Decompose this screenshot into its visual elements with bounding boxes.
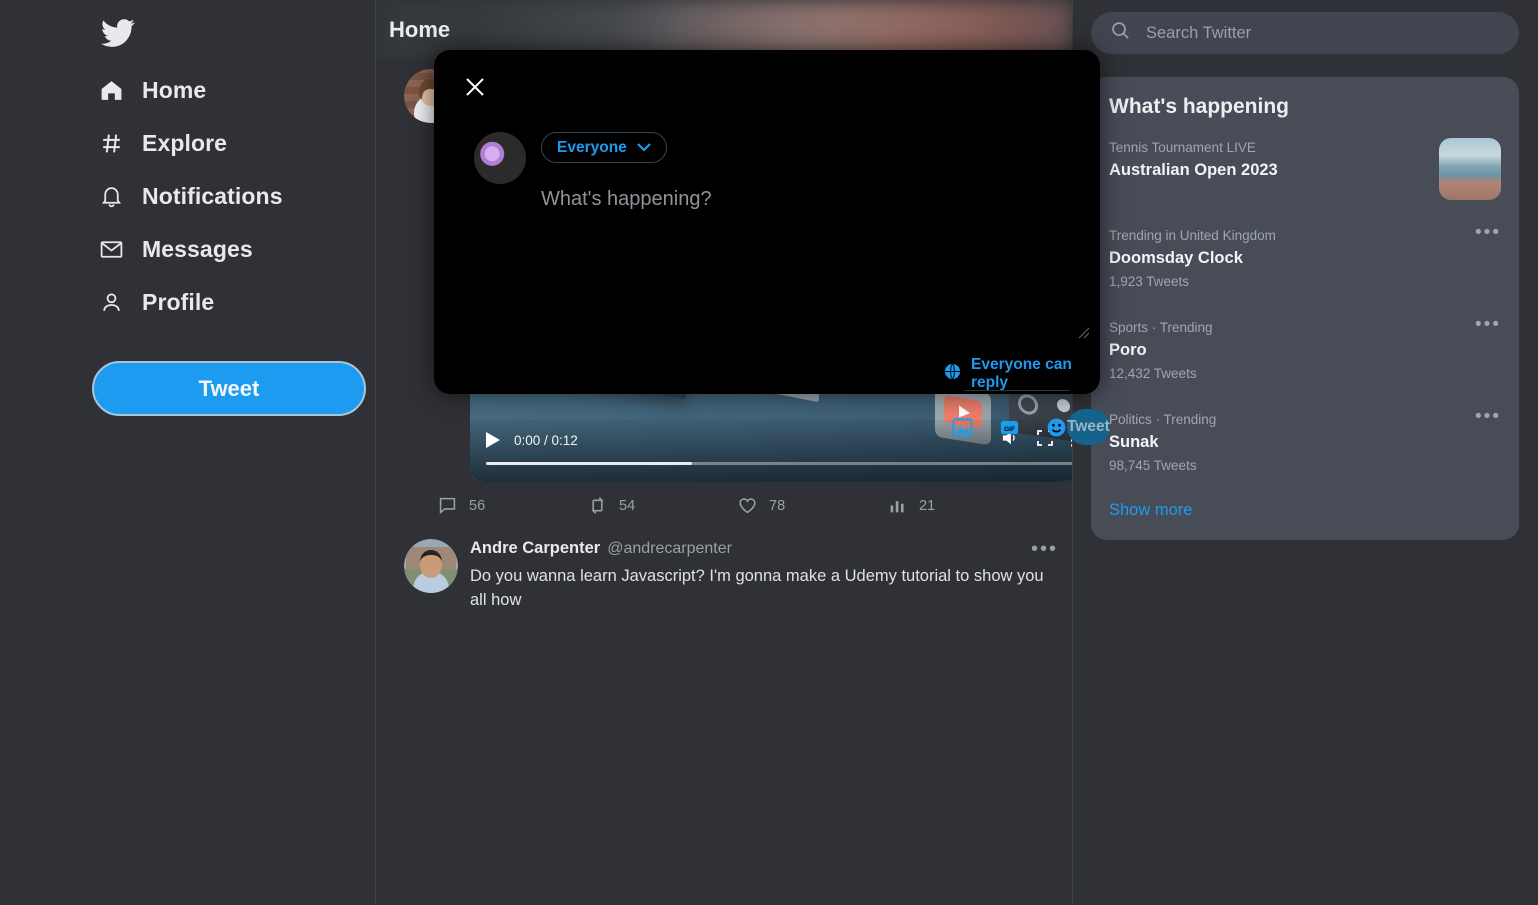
trend-topic: Australian Open 2023 — [1109, 161, 1278, 179]
search-input[interactable] — [1146, 23, 1499, 43]
hashtag-icon — [98, 131, 124, 157]
compose-tweet-modal: Everyone What's happening? Everyone can … — [434, 50, 1110, 445]
trend-tweet-count: 98,745 Tweets — [1109, 458, 1197, 473]
sidebar-item-explore[interactable]: Explore — [98, 117, 375, 170]
views-action[interactable]: 21 — [888, 496, 1038, 515]
trend-topic: Poro — [1109, 341, 1147, 359]
twitter-logo[interactable] — [0, 8, 375, 64]
emoji-icon[interactable] — [1046, 417, 1067, 438]
heart-icon — [739, 498, 756, 514]
search-bar[interactable] — [1091, 12, 1519, 54]
sidebar-item-notifications[interactable]: Notifications — [98, 170, 375, 223]
avatar-image — [404, 539, 458, 593]
views-count: 21 — [919, 497, 936, 514]
tweet-actions: 56 54 78 21 — [376, 482, 1072, 525]
primary-navigation: Home Explore Notifications Messages Prof… — [0, 64, 375, 329]
image-icon[interactable] — [952, 417, 973, 438]
trend-tweet-count: 1,923 Tweets — [1109, 274, 1190, 289]
trend-tweet-count: 12,432 Tweets — [1109, 366, 1197, 381]
reply-audience-setting[interactable]: Everyone can reply — [944, 356, 1100, 392]
gif-icon[interactable]: GIF — [999, 417, 1020, 438]
avatar[interactable] — [404, 539, 458, 593]
twitter-app: Home Explore Notifications Messages Prof… — [0, 0, 1538, 905]
sidebar-item-messages[interactable]: Messages — [98, 223, 375, 276]
left-sidebar: Home Explore Notifications Messages Prof… — [0, 0, 375, 905]
reply-setting-label: Everyone can reply — [971, 356, 1072, 391]
chevron-down-icon — [637, 139, 651, 157]
twitter-bird-icon — [101, 19, 136, 47]
right-sidebar: What's happening Tennis Tournament LIVE … — [1073, 0, 1537, 905]
trend-topic: Sunak — [1109, 433, 1159, 451]
retweet-icon — [591, 497, 604, 514]
tweet-more-button[interactable]: ••• — [1031, 539, 1058, 559]
reply-icon — [439, 497, 456, 515]
person-icon — [98, 290, 124, 316]
reply-action[interactable]: 56 — [438, 496, 588, 515]
sidebar-item-label: Profile — [142, 289, 215, 315]
whats-happening-panel: What's happening Tennis Tournament LIVE … — [1091, 77, 1519, 540]
compose-textarea[interactable]: What's happening? — [541, 163, 1100, 211]
close-modal-button[interactable] — [458, 70, 492, 104]
analytics-icon — [890, 501, 904, 513]
compose-tweet-button[interactable]: Tweet — [92, 361, 366, 416]
modal-tweet-button[interactable]: Tweet — [1067, 409, 1110, 445]
sidebar-item-profile[interactable]: Profile — [98, 276, 375, 329]
trend-category: Sports · Trending — [1109, 320, 1213, 335]
svg-text:GIF: GIF — [1004, 425, 1015, 432]
trend-more-button[interactable]: ••• — [1465, 315, 1501, 334]
close-icon — [466, 78, 484, 96]
retweet-action[interactable]: 54 — [588, 496, 738, 515]
trend-item[interactable]: Tennis Tournament LIVE Australian Open 2… — [1091, 125, 1519, 213]
whats-happening-title: What's happening — [1109, 95, 1289, 118]
compose-avatar — [474, 132, 526, 184]
sidebar-item-label: Notifications — [142, 183, 283, 209]
trend-topic: Doomsday Clock — [1109, 249, 1243, 267]
trend-more-button[interactable]: ••• — [1465, 407, 1501, 426]
audience-label: Everyone — [557, 138, 627, 156]
video-progress-fill — [486, 461, 692, 465]
tweet-author-handle: @andrecarpenter — [607, 539, 732, 557]
retweet-count: 54 — [619, 497, 636, 514]
compose-divider — [964, 390, 1070, 391]
home-icon — [98, 78, 124, 104]
trend-thumbnail — [1439, 138, 1501, 200]
tweet-author-name: Andre Carpenter — [470, 539, 601, 557]
bell-icon — [98, 184, 124, 210]
like-action[interactable]: 78 — [738, 496, 888, 515]
trend-category: Politics · Trending — [1109, 412, 1217, 427]
page-title: Home — [389, 16, 451, 42]
globe-icon — [944, 363, 961, 385]
envelope-icon — [98, 237, 124, 263]
tweet-text: Do you wanna learn Javascript? I'm gonna… — [470, 567, 1044, 609]
video-progress-bar[interactable] — [486, 461, 1072, 465]
trend-category: Trending in United Kingdom — [1109, 228, 1276, 243]
tweet-card: Andre Carpenter @andrecarpenter ••• Do y… — [376, 529, 1072, 616]
compose-footer: GIF Tweet — [434, 398, 1110, 456]
trend-item[interactable]: Trending in United Kingdom Doomsday Cloc… — [1091, 213, 1519, 305]
trend-item[interactable]: Sports · Trending Poro 12,432 Tweets ••• — [1091, 305, 1519, 397]
compose-resize-handle[interactable] — [1076, 325, 1090, 339]
search-icon — [1111, 21, 1130, 45]
sidebar-item-label: Messages — [142, 236, 253, 262]
trend-more-button[interactable]: ••• — [1465, 223, 1501, 242]
show-more-link[interactable]: Show more — [1091, 489, 1519, 524]
trend-category: Tennis Tournament LIVE — [1109, 140, 1256, 155]
sidebar-item-label: Explore — [142, 130, 228, 156]
trend-item[interactable]: Politics · Trending Sunak 98,745 Tweets … — [1091, 397, 1519, 489]
sidebar-item-home[interactable]: Home — [98, 64, 375, 117]
reply-count: 56 — [469, 497, 486, 514]
sidebar-item-label: Home — [142, 77, 207, 103]
audience-selector[interactable]: Everyone — [541, 132, 667, 163]
like-count: 78 — [769, 497, 786, 514]
